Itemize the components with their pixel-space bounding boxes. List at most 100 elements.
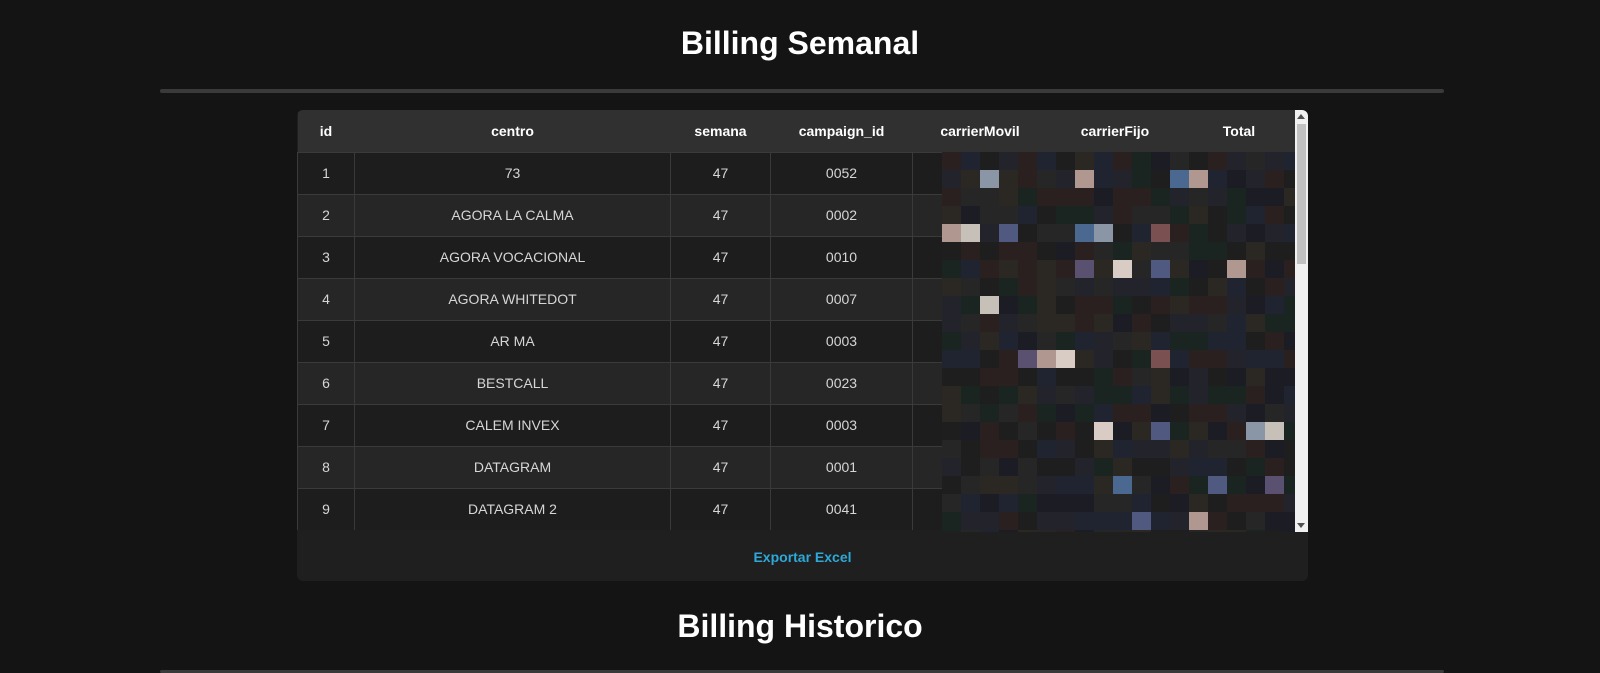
redaction-pixel [1094, 494, 1114, 512]
scroll-down-arrow-icon[interactable] [1297, 523, 1305, 528]
redaction-pixel [1246, 278, 1266, 296]
column-header-carrier-fijo[interactable]: carrierFijo [1048, 110, 1183, 152]
export-excel-button[interactable]: Exportar Excel [753, 549, 851, 565]
redaction-pixel [1284, 170, 1295, 188]
redaction-pixel [1170, 494, 1190, 512]
redaction-pixel [1170, 350, 1190, 368]
redaction-pixel [1018, 422, 1038, 440]
redaction-pixel [1189, 458, 1209, 476]
redaction-pixel [1151, 170, 1171, 188]
redaction-pixel [1170, 242, 1190, 260]
table-scroll-area[interactable]: id centro semana campaign_id carrierMovi… [297, 110, 1295, 532]
redaction-pixel [1227, 350, 1247, 368]
redaction-pixel [1189, 260, 1209, 278]
column-header-campaign-id[interactable]: campaign_id [771, 110, 913, 152]
redaction-pixel [1018, 404, 1038, 422]
redaction-pixel [1246, 404, 1266, 422]
redaction-pixel [961, 206, 981, 224]
redaction-pixel [1037, 170, 1057, 188]
redaction-pixel [1265, 206, 1285, 224]
redaction-pixel [999, 170, 1019, 188]
cell-id: 3 [297, 235, 355, 278]
redaction-pixel [961, 512, 981, 530]
redaction-pixel [1056, 512, 1076, 530]
redaction-pixel [1265, 224, 1285, 242]
scroll-up-arrow-icon[interactable] [1297, 114, 1305, 119]
redaction-pixel [1208, 494, 1228, 512]
redaction-pixel [999, 242, 1019, 260]
redaction-pixel [980, 296, 1000, 314]
redaction-pixel [1170, 296, 1190, 314]
redaction-pixel [980, 440, 1000, 458]
redaction-pixel [1075, 314, 1095, 332]
column-header-carrier-movil[interactable]: carrierMovil [913, 110, 1048, 152]
cell-semana: 47 [670, 235, 771, 278]
redaction-pixel [1037, 242, 1057, 260]
redaction-pixel [1018, 386, 1038, 404]
cell-id: 7 [297, 403, 355, 446]
redaction-pixel [1151, 206, 1171, 224]
cell-campaign-id: 0003 [770, 319, 913, 362]
redaction-pixel [999, 476, 1019, 494]
table-scrollbar[interactable] [1295, 110, 1308, 532]
redaction-pixel [1208, 152, 1228, 170]
redaction-pixel [1037, 440, 1057, 458]
column-header-semana[interactable]: semana [671, 110, 771, 152]
redaction-pixel [999, 206, 1019, 224]
redaction-pixel [1170, 476, 1190, 494]
redaction-pixel [1227, 476, 1247, 494]
redaction-pixel [1113, 404, 1133, 422]
redaction-pixel [961, 440, 981, 458]
redaction-pixel [1113, 314, 1133, 332]
redaction-pixel [999, 494, 1019, 512]
redaction-pixel [1246, 332, 1266, 350]
redaction-pixel [1284, 512, 1295, 530]
redaction-pixel [1170, 404, 1190, 422]
redaction-pixel [1056, 260, 1076, 278]
redaction-pixel [1151, 260, 1171, 278]
redaction-pixel [1227, 512, 1247, 530]
redaction-pixel [1246, 440, 1266, 458]
redaction-pixel [980, 404, 1000, 422]
redaction-pixel [1170, 224, 1190, 242]
column-header-total[interactable]: Total [1183, 110, 1296, 152]
redaction-pixel [1208, 224, 1228, 242]
redaction-pixel [1151, 278, 1171, 296]
redaction-pixel [1113, 152, 1133, 170]
column-header-centro[interactable]: centro [355, 110, 671, 152]
redaction-pixel [1018, 152, 1038, 170]
redaction-pixel [1151, 494, 1171, 512]
redaction-pixel [980, 206, 1000, 224]
redaction-pixel [1208, 170, 1228, 188]
redaction-pixel [1056, 152, 1076, 170]
redaction-pixel [1151, 404, 1171, 422]
redaction-pixel [1189, 242, 1209, 260]
redaction-pixel [980, 242, 1000, 260]
redaction-pixel [1170, 170, 1190, 188]
redaction-pixel [1284, 494, 1295, 512]
column-header-id[interactable]: id [298, 110, 355, 152]
redaction-pixel [1132, 494, 1152, 512]
cell-centro: AGORA LA CALMA [354, 193, 671, 236]
redaction-pixel [1246, 260, 1266, 278]
redaction-pixel [1018, 332, 1038, 350]
redaction-pixel [1284, 278, 1295, 296]
redaction-pixel [1284, 332, 1295, 350]
scroll-thumb[interactable] [1297, 124, 1306, 264]
redaction-pixel [1094, 296, 1114, 314]
redaction-pixel [1265, 440, 1285, 458]
redaction-pixel [1189, 368, 1209, 386]
redaction-pixel [1246, 512, 1266, 530]
redaction-pixel [961, 296, 981, 314]
redaction-pixel [1265, 260, 1285, 278]
cell-centro: AGORA WHITEDOT [354, 277, 671, 320]
redaction-pixel [1284, 296, 1295, 314]
redaction-pixel [1265, 458, 1285, 476]
redaction-pixel [1132, 188, 1152, 206]
redaction-pixel [1056, 170, 1076, 188]
redaction-pixel [961, 350, 981, 368]
redaction-pixel [1132, 386, 1152, 404]
redaction-pixel [961, 386, 981, 404]
redaction-pixel [942, 494, 962, 512]
redaction-pixel [1208, 206, 1228, 224]
